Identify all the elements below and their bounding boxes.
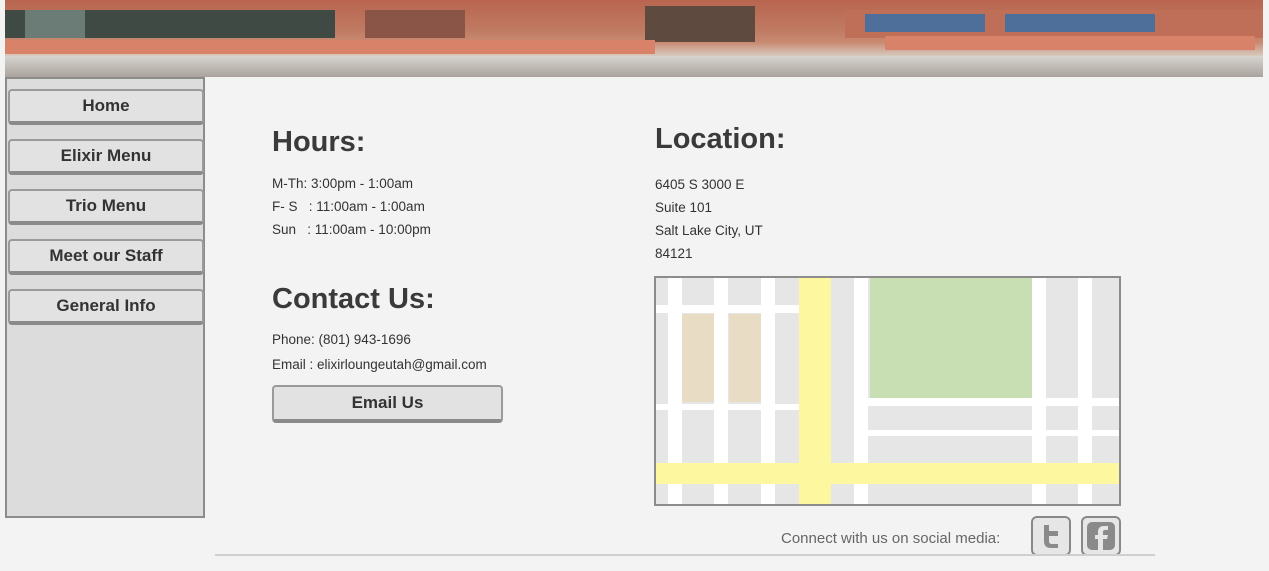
facebook-icon[interactable] xyxy=(1081,516,1121,556)
location-heading: Location: xyxy=(655,123,786,155)
sidebar-nav: Home Elixir Menu Trio Menu Meet our Staf… xyxy=(5,77,205,518)
address-line: 84121 xyxy=(655,246,693,261)
nav-home-button[interactable]: Home xyxy=(8,89,204,125)
hours-heading: Hours: xyxy=(272,126,366,158)
nav-elixir-menu-button[interactable]: Elixir Menu xyxy=(8,139,204,175)
contact-heading: Contact Us: xyxy=(272,283,435,315)
hours-line: Sun : 11:00am - 10:00pm xyxy=(272,222,431,237)
footer-divider xyxy=(215,554,1155,556)
contact-email: Email : elixirloungeutah@gmail.com xyxy=(272,357,487,372)
contact-phone: Phone: (801) 943-1696 xyxy=(272,332,411,347)
header-banner-image xyxy=(5,0,1263,77)
hours-line: F- S : 11:00am - 1:00am xyxy=(272,199,425,214)
hours-line: M-Th: 3:00pm - 1:00am xyxy=(272,176,414,191)
nav-general-info-button[interactable]: General Info xyxy=(8,289,204,325)
address-line: Suite 101 xyxy=(655,200,713,215)
social-media-label: Connect with us on social media: xyxy=(781,530,1001,547)
address-line: Salt Lake City, UT xyxy=(655,223,763,238)
nav-meet-staff-button[interactable]: Meet our Staff xyxy=(8,239,204,275)
nav-trio-menu-button[interactable]: Trio Menu xyxy=(8,189,204,225)
email-us-button[interactable]: Email Us xyxy=(272,385,503,423)
location-map[interactable] xyxy=(654,276,1121,506)
address-line: 6405 S 3000 E xyxy=(655,177,745,192)
twitter-icon[interactable] xyxy=(1031,516,1071,556)
